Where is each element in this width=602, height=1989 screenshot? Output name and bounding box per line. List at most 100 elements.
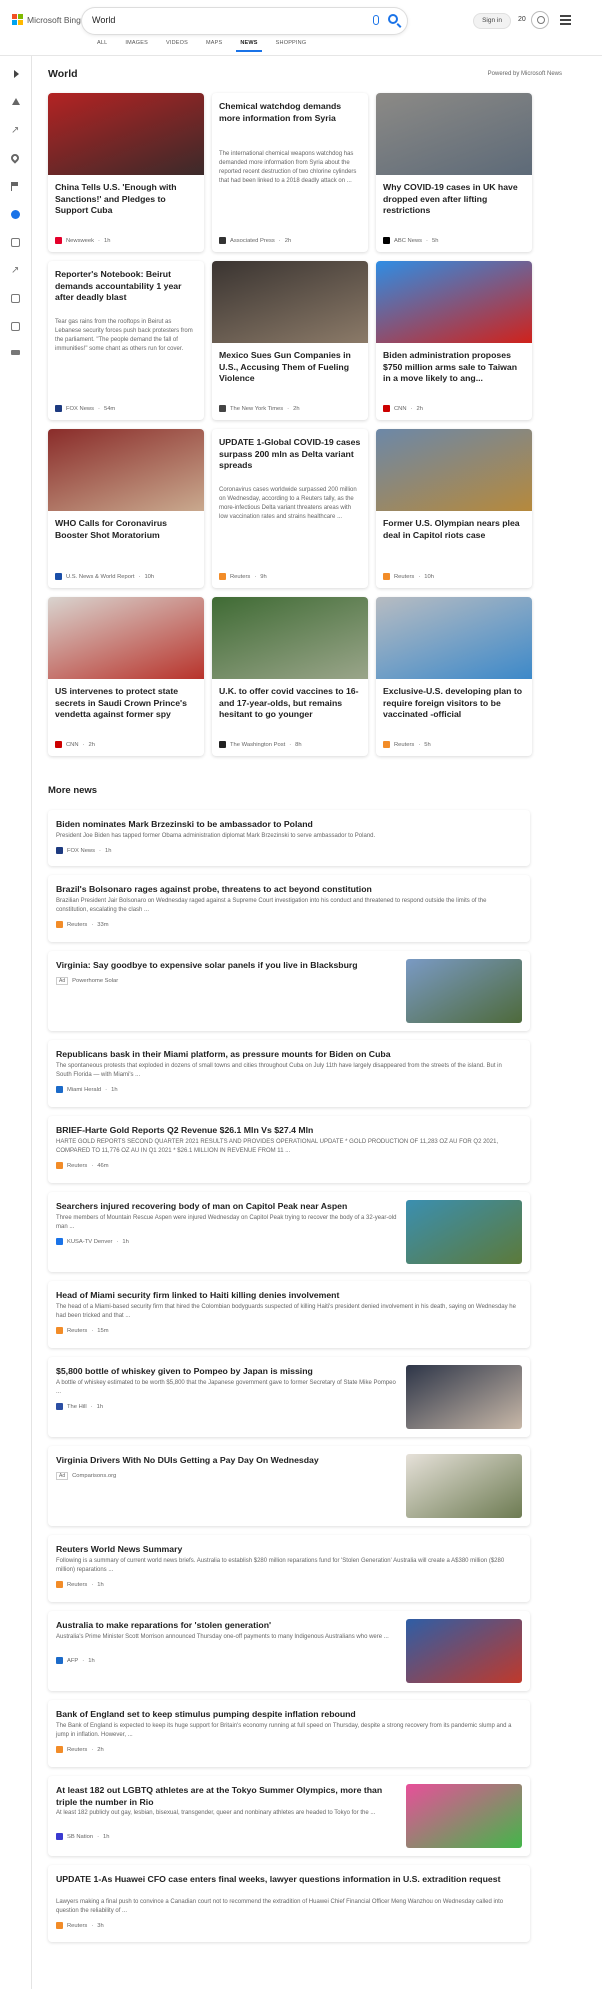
news-item-title[interactable]: Biden nominates Mark Brzezinski to be am… [56, 819, 516, 831]
news-item-title[interactable]: Virginia: Say goodbye to expensive solar… [56, 960, 401, 972]
news-item-title[interactable]: Brazil's Bolsonaro rages against probe, … [56, 884, 516, 896]
news-item-image[interactable] [406, 1365, 522, 1429]
news-item-source[interactable]: Reuters · 3h [56, 1922, 104, 1929]
news-card-title[interactable]: Reporter's Notebook: Beirut demands acco… [55, 269, 197, 304]
news-card-image[interactable] [212, 261, 368, 343]
news-list-item[interactable]: Brazil's Bolsonaro rages against probe, … [48, 875, 530, 942]
news-list-item[interactable]: Biden nominates Mark Brzezinski to be am… [48, 810, 530, 866]
globe-icon[interactable] [11, 210, 20, 219]
news-list-item[interactable]: Australia to make reparations for 'stole… [48, 1611, 530, 1691]
image-icon[interactable] [11, 294, 20, 303]
tab-images[interactable]: IMAGES [116, 40, 157, 52]
news-card-title[interactable]: Mexico Sues Gun Companies in U.S., Accus… [219, 350, 361, 385]
search-input[interactable]: World [82, 8, 407, 34]
news-card-title[interactable]: U.K. to offer covid vaccines to 16- and … [219, 686, 361, 721]
news-card[interactable]: US intervenes to protect state secrets i… [48, 597, 204, 756]
news-item-source[interactable]: Ad Powerhome Solar [56, 977, 118, 985]
news-card-title[interactable]: Why COVID-19 cases in UK have dropped ev… [383, 182, 525, 217]
news-card[interactable]: China Tells U.S. 'Enough with Sanctions!… [48, 93, 204, 252]
news-card-title[interactable]: Exclusive-U.S. developing plan to requir… [383, 686, 525, 721]
news-item-source[interactable]: SB Nation · 1h [56, 1833, 110, 1840]
microphone-icon[interactable] [373, 15, 379, 25]
location-pin-icon[interactable] [9, 152, 21, 164]
news-card[interactable]: Biden administration proposes $750 milli… [376, 261, 532, 420]
news-item-image[interactable] [406, 1454, 522, 1518]
news-card-source[interactable]: Reuters · 9h [219, 573, 267, 580]
news-card-source[interactable]: Reuters · 5h [383, 741, 431, 748]
news-list-item[interactable]: $5,800 bottle of whiskey given to Pompeo… [48, 1357, 530, 1437]
news-item-source[interactable]: KUSA-TV Denver · 1h [56, 1238, 129, 1245]
news-card[interactable]: Reporter's Notebook: Beirut demands acco… [48, 261, 204, 420]
news-card[interactable]: Why COVID-19 cases in UK have dropped ev… [376, 93, 532, 252]
news-card-title[interactable]: Chemical watchdog demands more informati… [219, 101, 361, 124]
news-card-title[interactable]: US intervenes to protect state secrets i… [55, 686, 197, 721]
news-list-item[interactable]: Searchers injured recovering body of man… [48, 1192, 530, 1272]
news-list-item[interactable]: At least 182 out LGBTQ athletes are at t… [48, 1776, 530, 1856]
flag-icon[interactable] [11, 182, 20, 191]
expand-x-icon[interactable]: ↗ [11, 126, 20, 136]
news-item-title[interactable]: At least 182 out LGBTQ athletes are at t… [56, 1785, 401, 1808]
news-list-item[interactable]: Reuters World News Summary Following is a… [48, 1535, 530, 1602]
tab-videos[interactable]: VIDEOS [157, 40, 197, 52]
building-icon[interactable] [11, 322, 20, 331]
tab-all[interactable]: ALL [88, 40, 116, 52]
news-card-title[interactable]: WHO Calls for Coronavirus Booster Shot M… [55, 518, 197, 541]
news-card[interactable]: Exclusive-U.S. developing plan to requir… [376, 597, 532, 756]
news-item-title[interactable]: Bank of England set to keep stimulus pum… [56, 1709, 516, 1721]
news-item-source[interactable]: FOX News · 1h [56, 847, 111, 854]
sign-in-button[interactable]: Sign in [473, 13, 511, 29]
news-card[interactable]: U.K. to offer covid vaccines to 16- and … [212, 597, 368, 756]
news-item-title[interactable]: $5,800 bottle of whiskey given to Pompeo… [56, 1366, 401, 1378]
news-item-source[interactable]: Reuters · 1h [56, 1581, 104, 1588]
news-card-title[interactable]: Biden administration proposes $750 milli… [383, 350, 525, 385]
menu-icon[interactable] [560, 15, 571, 27]
search-icon[interactable] [388, 14, 398, 24]
news-item-title[interactable]: UPDATE 1-As Huawei CFO case enters final… [56, 1874, 516, 1886]
news-item-title[interactable]: Australia to make reparations for 'stole… [56, 1620, 401, 1632]
news-item-title[interactable]: Republicans bask in their Miami platform… [56, 1049, 516, 1061]
news-item-source[interactable]: Reuters · 46m [56, 1162, 109, 1169]
news-item-image[interactable] [406, 1784, 522, 1848]
news-card-image[interactable] [376, 597, 532, 679]
news-card-source[interactable]: FOX News · 54m [55, 405, 115, 412]
rewards-icon[interactable] [531, 11, 549, 29]
news-card-source[interactable]: CNN · 2h [55, 741, 95, 748]
news-item-title[interactable]: BRIEF-Harte Gold Reports Q2 Revenue $26.… [56, 1125, 516, 1137]
expand-arrow-icon[interactable] [14, 70, 19, 78]
news-card-image[interactable] [212, 597, 368, 679]
search-query[interactable]: World [92, 15, 115, 25]
news-card-source[interactable]: ABC News · 5h [383, 237, 438, 244]
news-card-image[interactable] [48, 93, 204, 175]
news-card-source[interactable]: The New York Times · 2h [219, 405, 300, 412]
news-card-source[interactable]: Newsweek · 1h [55, 237, 110, 244]
tab-shopping[interactable]: SHOPPING [267, 40, 316, 52]
news-card-source[interactable]: U.S. News & World Report · 10h [55, 573, 154, 580]
news-item-title[interactable]: Head of Miami security firm linked to Ha… [56, 1290, 516, 1302]
news-item-source[interactable]: Reuters · 15m [56, 1327, 109, 1334]
news-item-source[interactable]: Ad Comparisons.org [56, 1472, 116, 1480]
news-card-source[interactable]: Associated Press · 2h [219, 237, 291, 244]
news-list-item[interactable]: Bank of England set to keep stimulus pum… [48, 1700, 530, 1767]
news-card-source[interactable]: Reuters · 10h [383, 573, 434, 580]
news-card[interactable]: Chemical watchdog demands more informati… [212, 93, 368, 252]
money-icon[interactable] [11, 350, 20, 355]
home-icon[interactable] [12, 98, 20, 105]
news-card-image[interactable] [48, 429, 204, 511]
news-item-source[interactable]: The Hill · 1h [56, 1403, 103, 1410]
news-card-title[interactable]: Former U.S. Olympian nears plea deal in … [383, 518, 525, 541]
news-list-item[interactable]: BRIEF-Harte Gold Reports Q2 Revenue $26.… [48, 1116, 530, 1183]
tab-news[interactable]: NEWS [231, 40, 266, 52]
bing-logo[interactable]: Microsoft Bing [12, 14, 81, 25]
rocket-icon[interactable]: ↗ [11, 266, 20, 276]
news-card[interactable]: Mexico Sues Gun Companies in U.S., Accus… [212, 261, 368, 420]
news-list-item[interactable]: Republicans bask in their Miami platform… [48, 1040, 530, 1107]
news-item-title[interactable]: Virginia Drivers With No DUIs Getting a … [56, 1455, 401, 1467]
news-list-item[interactable]: Virginia Drivers With No DUIs Getting a … [48, 1446, 530, 1526]
news-card-image[interactable] [376, 429, 532, 511]
news-item-source[interactable]: Reuters · 2h [56, 1746, 104, 1753]
news-item-source[interactable]: Reuters · 33m [56, 921, 109, 928]
news-item-image[interactable] [406, 959, 522, 1023]
rewards-count[interactable]: 20 [518, 16, 526, 23]
news-card[interactable]: UPDATE 1-Global COVID-19 cases surpass 2… [212, 429, 368, 588]
news-card-image[interactable] [376, 93, 532, 175]
